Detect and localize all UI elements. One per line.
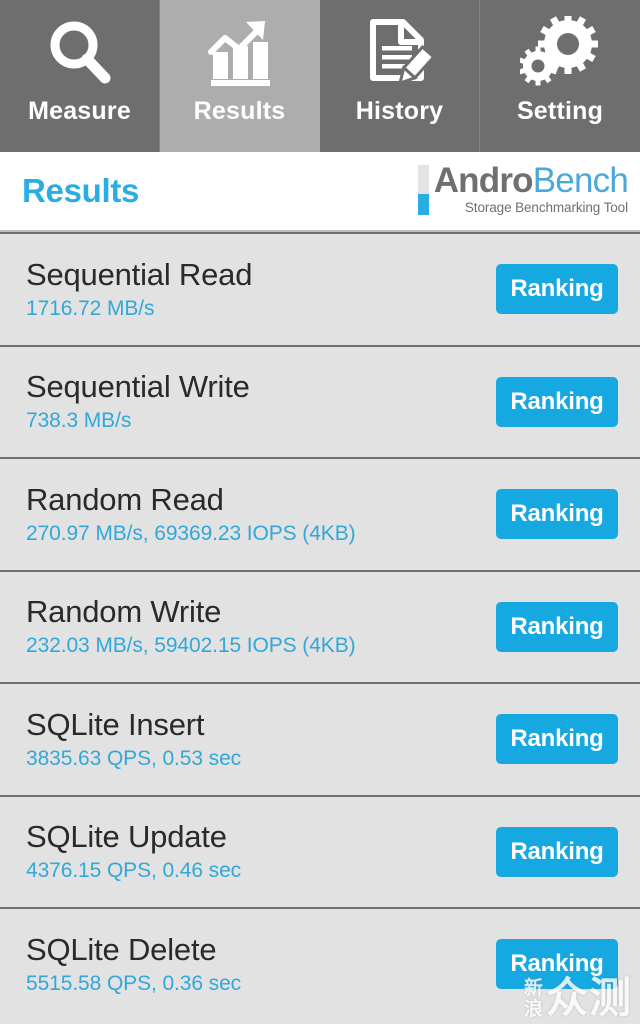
logo-andro: Andro <box>433 161 534 200</box>
androbench-results-screen: Measure Results History Setting Results … <box>0 0 640 1024</box>
result-row: SQLite Insert 3835.63 QPS, 0.53 sec Rankin… <box>0 682 640 795</box>
result-value: 5515.58 QPS, 0.36 sec <box>26 971 242 995</box>
tab-measure[interactable]: Measure <box>0 0 160 152</box>
ranking-button[interactable]: Ranking <box>496 376 618 427</box>
ranking-button[interactable]: Ranking <box>496 489 618 540</box>
tab-history[interactable]: History <box>320 0 480 152</box>
ranking-button[interactable]: Ranking <box>496 826 618 877</box>
result-title: SQLite Delete <box>26 931 217 967</box>
result-row-texts: Random Write 232.03 MB/s, 59402.15 IOPS (… <box>26 593 356 660</box>
logo-bar-icon <box>417 165 429 215</box>
result-row: Sequential Write 738.3 MB/s Ranking <box>0 344 640 457</box>
result-title: Sequential Write <box>26 369 250 405</box>
result-title: SQLite Update <box>26 819 227 855</box>
result-title: SQLite Insert <box>26 706 205 742</box>
result-value: 232.03 MB/s, 59402.15 IOPS (4KB) <box>26 634 356 658</box>
tab-bar: Measure Results History Setting <box>0 0 640 152</box>
ranking-button[interactable]: Ranking <box>496 939 618 990</box>
result-row-texts: Sequential Read 1716.72 MB/s <box>26 256 252 323</box>
result-row-texts: SQLite Insert 3835.63 QPS, 0.53 sec <box>26 706 241 773</box>
result-row: SQLite Update 4376.15 QPS, 0.46 sec Rankin… <box>0 794 640 907</box>
tab-setting[interactable]: Setting <box>480 0 640 152</box>
result-value: 3835.63 QPS, 0.53 sec <box>26 746 242 770</box>
gears-icon <box>480 12 640 94</box>
logo-bench: Bench <box>532 161 629 200</box>
ranking-button[interactable]: Ranking <box>496 601 618 652</box>
result-value: 1716.72 MB/s <box>26 296 155 320</box>
magnifier-icon <box>0 12 159 94</box>
logo-subtitle: Storage Benchmarking Tool <box>464 200 628 215</box>
result-row-texts: Random Read 270.97 MB/s, 69369.23 IOPS (4… <box>26 481 356 548</box>
result-value: 738.3 MB/s <box>26 409 132 433</box>
result-row-texts: SQLite Update 4376.15 QPS, 0.46 sec <box>26 818 241 885</box>
result-value: 270.97 MB/s, 69369.23 IOPS (4KB) <box>26 521 356 545</box>
tab-setting-label: Setting <box>516 97 604 125</box>
result-row: Random Write 232.03 MB/s, 59402.15 IOPS (… <box>0 569 640 682</box>
result-row: SQLite Delete 5515.58 QPS, 0.36 sec Rankin… <box>0 907 640 1020</box>
result-title: Random Read <box>26 481 224 517</box>
document-pencil-icon <box>320 12 479 94</box>
tab-history-label: History <box>355 97 444 125</box>
result-row-texts: Sequential Write 738.3 MB/s <box>26 368 250 435</box>
tab-results-label: Results <box>193 97 286 125</box>
ranking-button[interactable]: Ranking <box>496 714 618 765</box>
result-title: Sequential Read <box>26 256 253 292</box>
logo-wordmark: AndroBench <box>433 161 629 200</box>
tab-measure-label: Measure <box>28 97 131 125</box>
ranking-button[interactable]: Ranking <box>496 264 618 315</box>
androbench-logo: AndroBench Storage Benchmarking Tool <box>417 161 629 216</box>
result-row-texts: SQLite Delete 5515.58 QPS, 0.36 sec <box>26 931 241 998</box>
result-title: Random Write <box>26 594 222 630</box>
tab-results[interactable]: Results <box>160 0 320 152</box>
results-list: Sequential Read 1716.72 MB/s Ranking Sequen… <box>0 232 640 1020</box>
page-title: Results <box>22 172 140 209</box>
result-value: 4376.15 QPS, 0.46 sec <box>26 859 242 883</box>
result-row: Random Read 270.97 MB/s, 69369.23 IOPS (4… <box>0 457 640 570</box>
bar-chart-arrow-icon <box>160 12 319 94</box>
page-header: Results AndroBench Storage Benchmarking … <box>0 152 640 232</box>
result-row: Sequential Read 1716.72 MB/s Ranking <box>0 232 640 345</box>
